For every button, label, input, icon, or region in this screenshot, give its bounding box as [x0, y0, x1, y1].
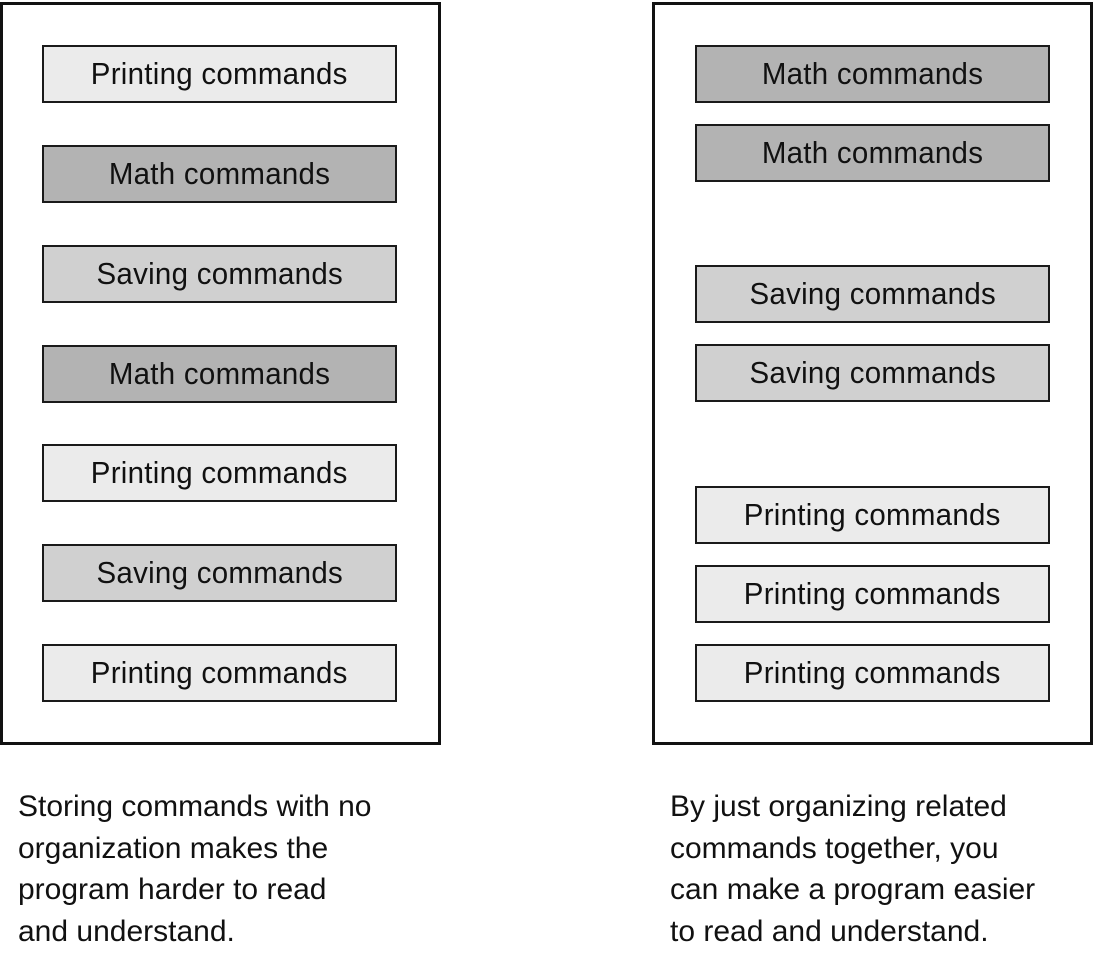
command-block-label: Math commands: [108, 156, 331, 191]
command-block-label: Printing commands: [91, 655, 348, 690]
command-block-label: Printing commands: [744, 655, 1001, 690]
command-block-label: Math commands: [761, 56, 984, 91]
command-block-label: Saving commands: [96, 256, 343, 291]
command-block-label: Printing commands: [744, 497, 1001, 532]
command-block-printing: Printing commands: [42, 45, 397, 103]
unorganized-program-panel: Printing commands Math commands Saving com…: [0, 2, 441, 745]
organized-program-panel: Math commands Math commands Saving command…: [652, 2, 1093, 745]
command-block-printing: Printing commands: [695, 565, 1050, 623]
command-block-math: Math commands: [42, 145, 397, 203]
command-block-label: Printing commands: [91, 56, 348, 91]
command-block-math: Math commands: [42, 345, 397, 403]
command-block-saving: Saving commands: [695, 344, 1050, 402]
command-block-label: Printing commands: [91, 455, 348, 490]
command-block-label: Printing commands: [744, 576, 1001, 611]
command-block-saving: Saving commands: [695, 265, 1050, 323]
command-block-label: Math commands: [761, 135, 984, 170]
command-block-math: Math commands: [695, 45, 1050, 103]
command-block-printing: Printing commands: [695, 486, 1050, 544]
command-block-saving: Saving commands: [42, 544, 397, 602]
command-block-label: Saving commands: [96, 555, 343, 590]
command-block-printing: Printing commands: [695, 644, 1050, 702]
command-block-printing: Printing commands: [42, 444, 397, 502]
command-block-label: Math commands: [108, 356, 331, 391]
right-caption: By just organizing related commands toge…: [670, 790, 1036, 948]
command-block-label: Saving commands: [749, 276, 996, 311]
command-block-math: Math commands: [695, 124, 1050, 182]
command-block-label: Saving commands: [749, 355, 996, 390]
command-block-saving: Saving commands: [42, 245, 397, 303]
command-block-printing: Printing commands: [42, 644, 397, 702]
left-caption: Storing commands with no organization ma…: [18, 790, 372, 948]
